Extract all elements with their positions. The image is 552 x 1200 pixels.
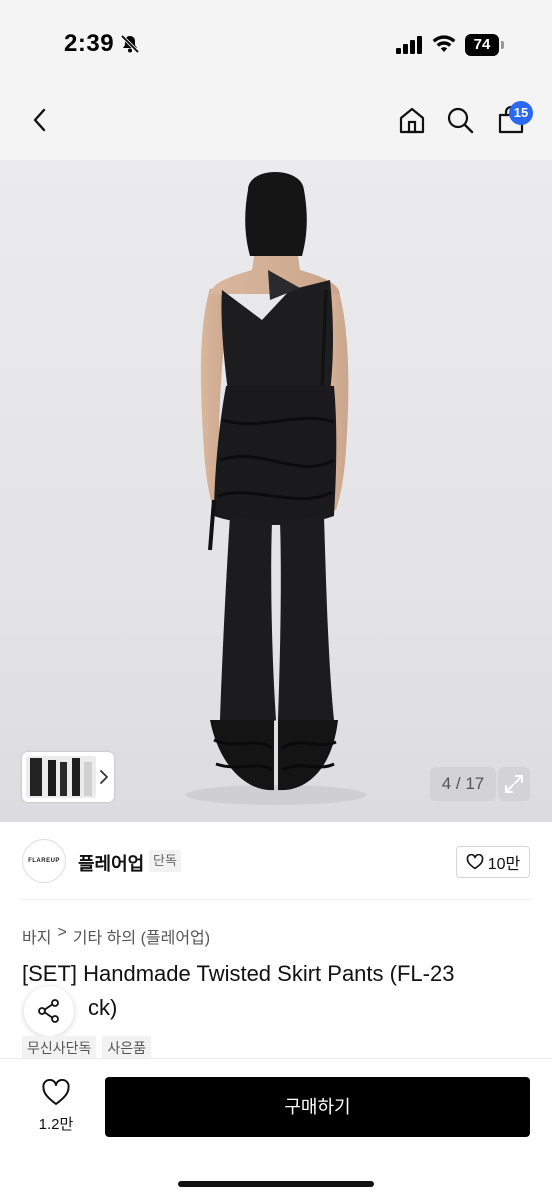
- buy-button[interactable]: 구매하기: [105, 1077, 530, 1137]
- status-bar: 2:39 74: [0, 0, 552, 86]
- exclusive-badge: 단독: [149, 850, 181, 872]
- wifi-icon: [432, 35, 456, 52]
- share-icon: [38, 999, 59, 1023]
- battery-icon: 74: [465, 34, 505, 56]
- tag-gift: 사은품: [102, 1036, 152, 1060]
- back-button[interactable]: [20, 100, 60, 140]
- home-indicator: [178, 1181, 374, 1187]
- heart-icon: [42, 1079, 70, 1105]
- breadcrumb-separator: >: [57, 924, 67, 941]
- chevron-right-icon: [100, 770, 108, 784]
- product-tags: 무신사단독 사은품: [22, 1036, 152, 1060]
- breadcrumb-item-other-bottoms[interactable]: 기타 하의 (플레어업): [73, 924, 210, 948]
- chevron-left-icon: [33, 108, 46, 132]
- bottom-purchase-bar: 1.2만 구매하기: [0, 1058, 552, 1200]
- heart-icon: [466, 854, 484, 870]
- status-time: 2:39: [64, 30, 115, 57]
- image-counter: 4 / 17: [430, 767, 496, 801]
- product-title: [SET] Handmade Twisted Skirt Pants (FL-2…: [22, 961, 455, 986]
- home-icon: [399, 107, 425, 134]
- search-button[interactable]: [440, 100, 480, 140]
- thumbnail-strip[interactable]: [22, 752, 114, 802]
- brand-like-count: 10만: [487, 856, 521, 873]
- thumbnail-image: [26, 756, 96, 798]
- model-photo: [186, 172, 366, 805]
- home-button[interactable]: [392, 100, 432, 140]
- brand-row: FLAREUP 플레어업 단독 10만: [0, 822, 552, 900]
- product-image[interactable]: 4 / 17: [0, 160, 552, 822]
- expand-button[interactable]: [498, 767, 530, 801]
- bell-off-icon: [120, 34, 140, 54]
- divider: [22, 899, 530, 900]
- cart-count-badge: 15: [509, 101, 533, 125]
- battery-level: 74: [465, 34, 499, 56]
- brand-name[interactable]: 플레어업: [78, 850, 144, 876]
- wishlist-count: 1.2만: [38, 1116, 74, 1133]
- brand-like-button[interactable]: 10만: [456, 846, 530, 878]
- breadcrumb: 바지 > 기타 하의 (플레어업): [22, 924, 210, 948]
- wishlist-button[interactable]: 1.2만: [28, 1077, 84, 1137]
- expand-icon: [505, 775, 523, 793]
- tag-musinsa-exclusive: 무신사단독: [22, 1036, 97, 1060]
- breadcrumb-item-pants[interactable]: 바지: [22, 924, 51, 948]
- app-header: [0, 86, 552, 160]
- signal-icon: [396, 36, 422, 54]
- share-button[interactable]: [24, 986, 74, 1036]
- search-icon: [447, 107, 474, 134]
- brand-logo[interactable]: FLAREUP: [22, 839, 66, 883]
